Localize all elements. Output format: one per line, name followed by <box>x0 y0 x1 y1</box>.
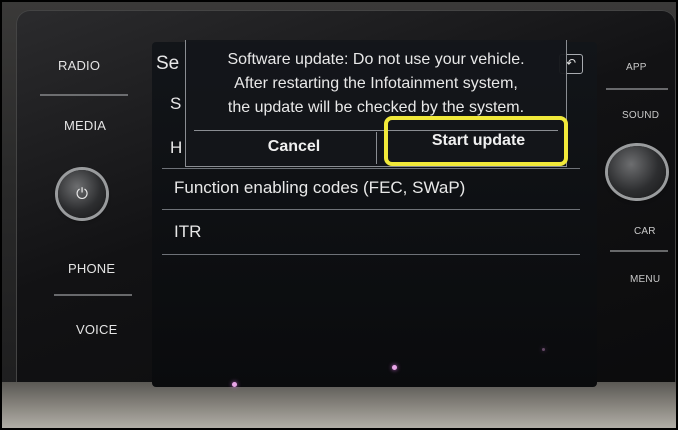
divider <box>54 294 132 296</box>
led-dot <box>232 382 237 387</box>
car-button[interactable]: CAR <box>634 226 656 237</box>
list-divider <box>162 254 580 255</box>
dialog-message-line1: Software update: Do not use your vehicle… <box>227 51 525 68</box>
dialog-message-line2: After restarting the Infotainment system… <box>234 75 518 92</box>
list-divider <box>162 209 580 210</box>
cancel-button[interactable]: Cancel <box>224 138 364 156</box>
divider <box>40 94 128 96</box>
led-dot <box>392 365 397 370</box>
tune-knob[interactable] <box>608 146 666 198</box>
divider <box>606 88 668 90</box>
button-separator <box>376 132 377 164</box>
list-divider <box>162 168 580 169</box>
highlight-box <box>384 116 568 166</box>
dialog-message-line3: the update will be checked by the system… <box>227 99 525 116</box>
app-button[interactable]: APP <box>626 62 647 73</box>
menu-button[interactable]: MENU <box>630 274 660 285</box>
media-button[interactable]: MEDIA <box>64 118 106 133</box>
menu-item-1[interactable]: S <box>170 94 181 114</box>
radio-button[interactable]: RADIO <box>58 58 100 73</box>
divider <box>610 250 668 252</box>
menu-item-itr[interactable]: ITR <box>174 222 201 242</box>
voice-button[interactable]: VOICE <box>76 322 117 337</box>
menu-item-fec[interactable]: Function enabling codes (FEC, SWaP) <box>174 178 465 198</box>
menu-item-2[interactable]: H <box>170 138 182 158</box>
photo-frame: RADIO MEDIA ⏻ PHONE VOICE APP SOUND CAR … <box>0 0 678 430</box>
volume-knob[interactable]: ⏻ <box>58 170 106 218</box>
power-icon: ⏻ <box>76 185 88 203</box>
dashboard-trim <box>2 382 676 428</box>
sound-button[interactable]: SOUND <box>622 110 659 121</box>
led-dot <box>542 348 545 351</box>
page-title: Se <box>156 53 180 74</box>
phone-button[interactable]: PHONE <box>68 261 115 276</box>
